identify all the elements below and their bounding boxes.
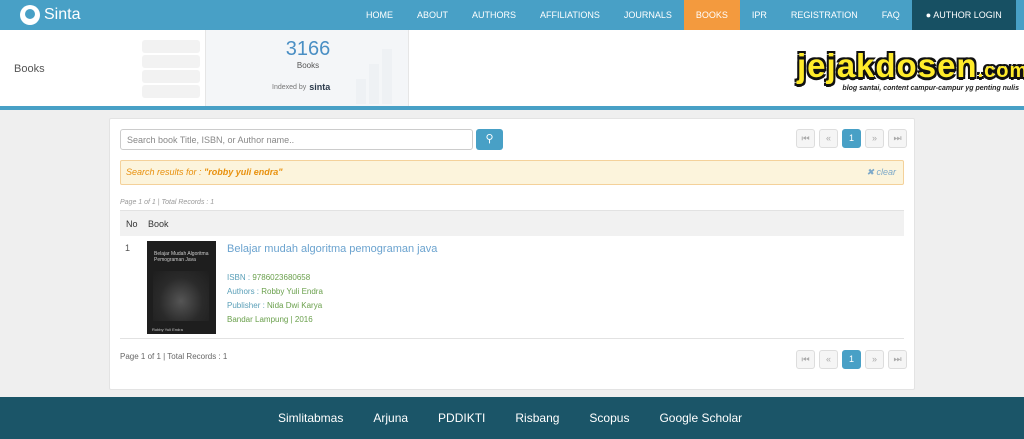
main-menu: HOME ABOUT AUTHORS AFFILIATIONS JOURNALS… xyxy=(354,0,1024,30)
nav-journals[interactable]: JOURNALS xyxy=(612,0,684,30)
last-page-button[interactable]: ⏭ xyxy=(888,129,907,148)
page-title: Books xyxy=(14,63,45,75)
publisher-label: Publisher : xyxy=(227,301,268,310)
close-icon: ✖ xyxy=(866,167,877,177)
records-summary-top: Page 1 of 1 | Total Records : 1 xyxy=(120,199,215,206)
column-book: Book xyxy=(148,219,169,229)
publisher-value: Nida Dwi Karya xyxy=(267,301,323,310)
first-page-button[interactable]: ⏮ xyxy=(796,350,815,369)
top-nav: Sinta HOME ABOUT AUTHORS AFFILIATIONS JO… xyxy=(0,0,1024,30)
header-divider xyxy=(0,106,1024,110)
table-header: No Book xyxy=(120,210,904,236)
nav-registration[interactable]: REGISTRATION xyxy=(779,0,870,30)
nav-affiliations[interactable]: AFFILIATIONS xyxy=(528,0,612,30)
watermark-logo: jejakdosen.com blog santai, content camp… xyxy=(797,47,1024,97)
cover-author: Robby Yuli Endra xyxy=(152,327,183,332)
nav-faq[interactable]: FAQ xyxy=(870,0,912,30)
books-stack-graphic xyxy=(142,40,202,100)
footer-link-simlitabmas[interactable]: Simlitabmas xyxy=(278,411,343,425)
results-panel: ⚲ ⏮ « 1 » ⏭ Search results for : "robby … xyxy=(109,118,915,390)
book-count-label: Books xyxy=(296,61,320,70)
book-publisher: Publisher : Nida Dwi Karya xyxy=(227,301,322,310)
footer-link-risbang[interactable]: Risbang xyxy=(515,411,559,425)
page-1-button[interactable]: 1 xyxy=(842,129,861,148)
isbn-label: ISBN : xyxy=(227,273,253,282)
pagination-top: ⏮ « 1 » ⏭ xyxy=(796,129,907,148)
last-page-button[interactable]: ⏭ xyxy=(888,350,907,369)
app-name: Sinta xyxy=(44,6,81,23)
search-results-alert: Search results for : "robby yuli endra" … xyxy=(120,160,904,185)
author-login-label: AUTHOR LOGIN xyxy=(933,10,1002,20)
sinta-logo-icon xyxy=(20,5,40,25)
indexed-by-label: Indexed by xyxy=(272,83,307,91)
nav-ipr[interactable]: IPR xyxy=(740,0,779,30)
nav-books[interactable]: BOOKS xyxy=(683,0,740,30)
page-1-button[interactable]: 1 xyxy=(842,350,861,369)
footer-links: Simlitabmas Arjuna PDDIKTI Risbang Scopu… xyxy=(278,397,772,439)
user-icon: ● xyxy=(925,10,932,20)
book-cover[interactable]: Belajar Mudah Algoritma Pemograman Java … xyxy=(147,241,216,334)
footer: Simlitabmas Arjuna PDDIKTI Risbang Scopu… xyxy=(0,397,1024,439)
search-button[interactable]: ⚲ xyxy=(476,129,503,150)
watermark-main: jejakdosen xyxy=(797,47,978,84)
book-authors: Authors : Robby Yuli Endra xyxy=(227,287,323,296)
nav-authors[interactable]: AUTHORS xyxy=(460,0,528,30)
book-count-card: 3166 Books Indexed by sinta xyxy=(205,30,409,106)
records-summary-bottom: Page 1 of 1 | Total Records : 1 xyxy=(120,352,228,361)
search-icon: ⚲ xyxy=(485,133,494,145)
nav-search-button[interactable]: ⚲ xyxy=(1016,0,1024,30)
watermark-tld: .com xyxy=(977,60,1024,82)
authors-value[interactable]: Robby Yuli Endra xyxy=(261,287,323,296)
pagination-bottom: ⏮ « 1 » ⏭ xyxy=(796,350,907,369)
isbn-value: 9786023680658 xyxy=(252,273,311,282)
column-no: No xyxy=(126,219,138,229)
book-place-year: Bandar Lampung | 2016 xyxy=(227,315,313,324)
search-input[interactable] xyxy=(120,129,473,150)
clear-search-link[interactable]: ✖ clear xyxy=(866,161,896,184)
book-isbn: ISBN : 9786023680658 xyxy=(227,273,310,282)
authors-label: Authors : xyxy=(227,287,262,296)
footer-link-google-scholar[interactable]: Google Scholar xyxy=(659,411,742,425)
footer-link-scopus[interactable]: Scopus xyxy=(589,411,629,425)
prev-page-button[interactable]: « xyxy=(819,350,838,369)
alert-query: "robby yuli endra" xyxy=(204,167,283,177)
cover-title: Belajar Mudah Algoritma Pemograman Java xyxy=(154,251,209,263)
author-login-button[interactable]: ● AUTHOR LOGIN xyxy=(911,0,1016,30)
row-number: 1 xyxy=(125,243,131,253)
table-row: 1 Belajar Mudah Algoritma Pemograman Jav… xyxy=(120,236,904,339)
cover-art xyxy=(153,271,209,321)
sinta-small-logo: sinta xyxy=(309,82,331,92)
clear-label: clear xyxy=(876,167,896,177)
next-page-button[interactable]: » xyxy=(865,129,884,148)
alert-prefix: Search results for : xyxy=(126,167,205,177)
footer-link-pddikti[interactable]: PDDIKTI xyxy=(438,411,485,425)
book-title-link[interactable]: Belajar mudah algoritma pemograman java xyxy=(227,243,437,255)
nav-home[interactable]: HOME xyxy=(354,0,405,30)
nav-about[interactable]: ABOUT xyxy=(405,0,460,30)
first-page-button[interactable]: ⏮ xyxy=(796,129,815,148)
book-count: 3166 xyxy=(285,38,331,60)
sinta-logo[interactable]: Sinta xyxy=(0,0,360,30)
prev-page-button[interactable]: « xyxy=(819,129,838,148)
indexed-by: Indexed by sinta xyxy=(272,82,330,92)
next-page-button[interactable]: » xyxy=(865,350,884,369)
watermark-tagline: blog santai, content campur-campur yg pe… xyxy=(842,85,1019,92)
footer-link-arjuna[interactable]: Arjuna xyxy=(373,411,408,425)
